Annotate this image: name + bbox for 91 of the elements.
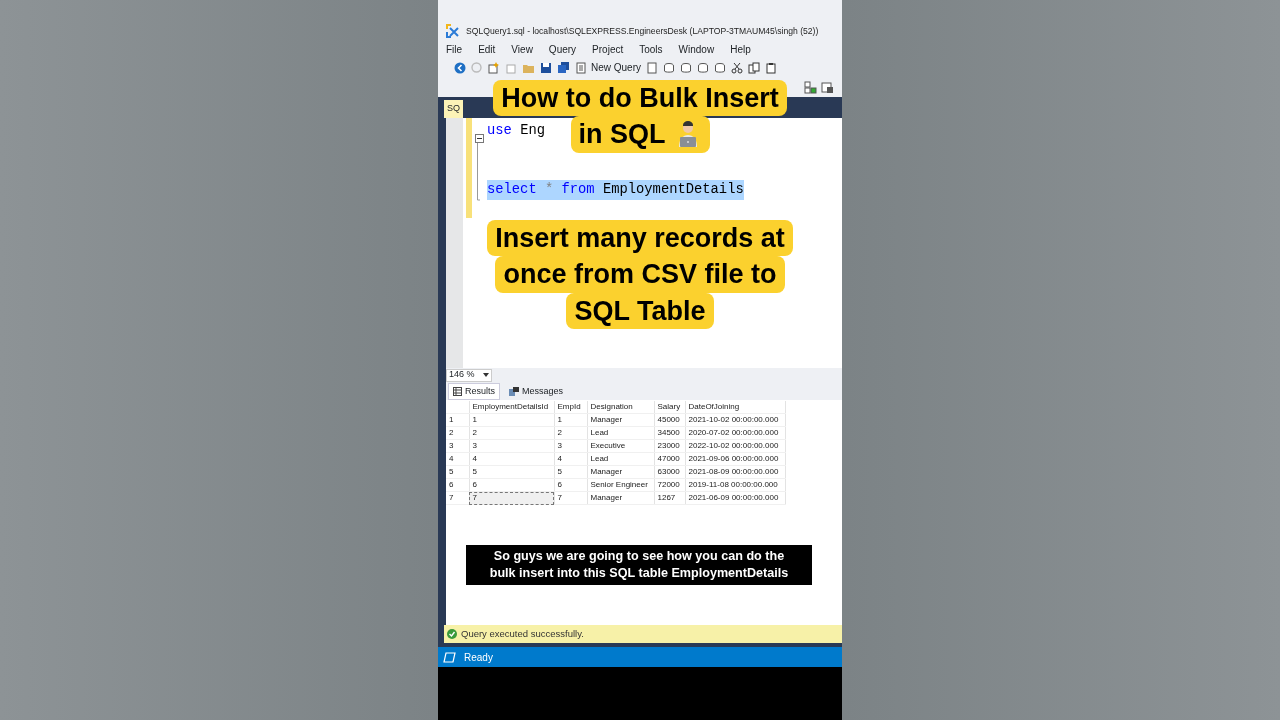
table-cell: 1 <box>469 413 554 427</box>
results-tab[interactable]: Results <box>448 382 500 400</box>
menu-item[interactable]: View <box>510 42 539 58</box>
table-cell: 7 <box>554 491 587 505</box>
success-icon <box>447 629 457 639</box>
dropdown-arrow-icon <box>483 373 489 377</box>
fold-line-end <box>475 183 480 203</box>
column-header[interactable]: Designation <box>587 401 654 414</box>
table-cell: 1 <box>554 413 587 427</box>
grid-icon <box>453 386 462 396</box>
table-cell: 1267 <box>654 491 685 505</box>
document-icon <box>575 61 587 74</box>
table-cell: 2021-10-02 00:00:00.000 <box>685 413 785 427</box>
row-number: 2 <box>446 426 469 440</box>
results-grid-icon[interactable] <box>804 80 817 94</box>
menu-item[interactable]: Edit <box>477 42 502 58</box>
back-icon[interactable] <box>454 61 466 74</box>
results-file-icon[interactable] <box>821 80 834 94</box>
save-icon[interactable] <box>540 61 552 74</box>
menu-item[interactable]: File <box>445 42 469 58</box>
row-number: 6 <box>446 478 469 492</box>
menu-item[interactable]: Tools <box>638 42 669 58</box>
app-logo-icon <box>444 22 460 38</box>
table-cell: 2021-09-06 00:00:00.000 <box>685 452 785 466</box>
table-cell: 5 <box>554 465 587 479</box>
caption-text: How to do Bulk Insert <box>493 80 787 117</box>
zoom-dropdown[interactable]: 146 % <box>446 368 492 382</box>
table-cell: 6 <box>554 478 587 492</box>
database-query-icon[interactable] <box>697 61 709 74</box>
table-cell: Lead <box>587 426 654 440</box>
table-cell: 45000 <box>654 413 685 427</box>
window-title: SQLQuery1.sql - localhost\SQLEXPRESS.EngineersDesk (LAPTOP-3TMAUM45\singh (52)) <box>466 25 819 38</box>
database-query-icon[interactable] <box>680 61 692 74</box>
menu-item[interactable]: Project <box>591 42 630 58</box>
status-icon <box>443 651 456 663</box>
table-cell: Executive <box>587 439 654 453</box>
paste-icon[interactable] <box>765 61 777 74</box>
caption-text: in SQL <box>570 116 710 153</box>
column-header[interactable]: Salary <box>654 401 685 414</box>
column-header[interactable]: DateOfJoining <box>685 401 785 414</box>
table-cell: 2022-10-02 00:00:00.000 <box>685 439 785 453</box>
menu-item[interactable]: Window <box>677 42 721 58</box>
database-query-icon[interactable] <box>714 61 726 74</box>
table-cell: 4 <box>469 452 554 466</box>
table-cell: 2020-07-02 00:00:00.000 <box>685 426 785 440</box>
editor-tab[interactable]: SQ <box>444 100 463 118</box>
table-cell: Manager <box>587 465 654 479</box>
caption-text: SQL Table <box>566 292 714 330</box>
row-number: 5 <box>446 465 469 479</box>
column-header[interactable]: EmpId <box>554 401 587 414</box>
new-query-button[interactable]: New Query <box>575 60 641 75</box>
table-cell: 3 <box>554 439 587 453</box>
video-subtitle: So guys we are going to see how you can do the bulk insert into this SQL table EmploymentDetails <box>466 545 812 585</box>
document-icon[interactable] <box>646 61 658 74</box>
caption-text: once from CSV file to <box>495 256 785 293</box>
table-cell: Manager <box>587 413 654 427</box>
database-query-icon[interactable] <box>663 61 675 74</box>
row-number: 1 <box>446 413 469 427</box>
table-cell: 2021-08-09 00:00:00.000 <box>685 465 785 479</box>
table-cell: 3 <box>469 439 554 453</box>
table-cell: 2019-11-08 00:00:00.000 <box>685 478 785 492</box>
cut-icon[interactable] <box>731 61 743 74</box>
table-cell: 47000 <box>654 452 685 466</box>
table-cell: 34500 <box>654 426 685 440</box>
status-message: Query executed successfully. <box>461 626 584 641</box>
results-tab[interactable]: Messages <box>504 382 569 400</box>
row-number: 4 <box>446 452 469 466</box>
table-cell: 23000 <box>654 439 685 453</box>
save-all-icon[interactable] <box>557 61 570 74</box>
table-cell: 72000 <box>654 478 685 492</box>
table-cell: Manager <box>587 491 654 505</box>
messages-icon <box>509 386 519 396</box>
table-cell: 4 <box>554 452 587 466</box>
table-cell: 2 <box>469 426 554 440</box>
table-cell: 2021-06-09 00:00:00.000 <box>685 491 785 505</box>
caption-text: Insert many records at <box>487 220 793 257</box>
table-cell: Senior Engineer <box>587 478 654 492</box>
table-cell: 6 <box>469 478 554 492</box>
code-line: use Eng <box>487 122 545 140</box>
table-cell: Lead <box>587 452 654 466</box>
table-cell: 5 <box>469 465 554 479</box>
new-project-icon[interactable] <box>487 61 500 74</box>
table-cell: 2 <box>554 426 587 440</box>
menu-item[interactable]: Query <box>547 42 583 58</box>
copy-icon[interactable] <box>748 61 760 74</box>
menu-item[interactable]: Help <box>729 42 757 58</box>
collapse-icon[interactable] <box>475 134 484 144</box>
table-cell: 63000 <box>654 465 685 479</box>
row-number: 3 <box>446 439 469 453</box>
status-text: Ready <box>464 650 493 665</box>
column-header[interactable]: EmploymentDetailsId <box>469 401 554 414</box>
